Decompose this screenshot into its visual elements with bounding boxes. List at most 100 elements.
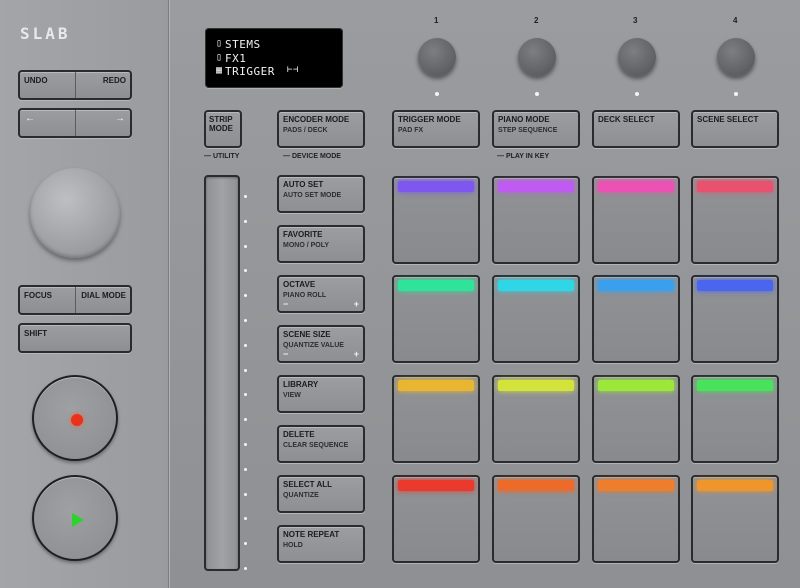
pad-led-strip — [598, 280, 674, 291]
deck-select-button[interactable]: DECK SELECT — [592, 110, 680, 148]
right-arrow-button[interactable]: → — [76, 110, 130, 136]
encoder-number-3: 3 — [633, 16, 638, 25]
focus-button[interactable]: FOCUS — [20, 287, 75, 313]
trigger-mode-label: TRIGGER MODE — [398, 115, 461, 124]
pad-2-2[interactable] — [492, 275, 580, 363]
pad-led-strip — [498, 480, 574, 491]
display-line-fx: FX1 — [225, 52, 247, 65]
strip-led — [244, 319, 247, 322]
pad-3-1[interactable] — [392, 375, 480, 463]
minus-icon[interactable]: − — [283, 349, 288, 359]
encoder-knob-3[interactable] — [618, 38, 656, 76]
pad-led-strip — [697, 380, 773, 391]
touch-strip[interactable] — [204, 175, 240, 571]
scene-select-button[interactable]: SCENE SELECT — [691, 110, 779, 148]
pad-3-4[interactable] — [691, 375, 779, 463]
minus-icon[interactable]: − — [283, 299, 288, 309]
auto-set-sub: AUTO SET MODE — [283, 192, 342, 199]
pad-4-3[interactable] — [592, 475, 680, 563]
controller-device: SLAB UNDO REDO ← → FOCUS DIAL MODE SHIFT — [0, 0, 800, 588]
pad-3-3[interactable] — [592, 375, 680, 463]
encoder-knob-4[interactable] — [717, 38, 755, 76]
pad-2-3[interactable] — [592, 275, 680, 363]
focus-label: FOCUS — [24, 291, 52, 300]
library-label: LIBRARY — [283, 380, 319, 389]
focus-dialmode-button[interactable]: FOCUS DIAL MODE — [18, 285, 132, 315]
pad-led-strip — [498, 380, 574, 391]
play-in-key-group-label: — PLAY IN KEY — [497, 153, 550, 160]
dial-mode-label: DIAL MODE — [81, 291, 126, 300]
strip-led — [244, 567, 247, 570]
undo-button[interactable]: UNDO — [20, 72, 75, 98]
encoder-mode-button[interactable]: ENCODER MODE PADS / DECK — [277, 110, 365, 148]
encoder-knob-2[interactable] — [518, 38, 556, 76]
encoder-led-2 — [535, 92, 539, 96]
strip-led — [244, 443, 247, 446]
encoder-led-1 — [435, 92, 439, 96]
favorite-button[interactable]: FAVORITE MONO / POLY — [277, 225, 365, 263]
arrow-buttons[interactable]: ← → — [18, 108, 132, 138]
left-arrow-button[interactable]: ← — [20, 110, 75, 136]
pad-4-2[interactable] — [492, 475, 580, 563]
dial-mode-button[interactable]: DIAL MODE — [76, 287, 130, 313]
piano-mode-sub: STEP SEQUENCE — [498, 127, 558, 134]
pad-led-strip — [598, 380, 674, 391]
pad-2-1[interactable] — [392, 275, 480, 363]
trigger-mode-button[interactable]: TRIGGER MODE PAD FX — [392, 110, 480, 148]
select-all-button[interactable]: SELECT ALL QUANTIZE — [277, 475, 365, 513]
strip-mode-button[interactable]: STRIP MODE — [204, 110, 242, 148]
utility-label: UTILITY — [212, 153, 240, 160]
display-line-trigger: TRIGGER — [225, 65, 275, 78]
record-button[interactable] — [32, 375, 118, 461]
note-repeat-label: NOTE REPEAT — [283, 530, 340, 539]
play-button[interactable] — [32, 475, 118, 561]
pad-4-1[interactable] — [392, 475, 480, 563]
shift-button[interactable]: SHIFT — [18, 323, 132, 353]
scene-select-label: SCENE SELECT — [697, 115, 759, 124]
scene-size-label: SCENE SIZE — [283, 330, 331, 339]
pad-1-2[interactable] — [492, 176, 580, 264]
encoder-mode-label: ENCODER MODE — [283, 115, 350, 124]
pad-4-4[interactable] — [691, 475, 779, 563]
plus-icon[interactable]: + — [354, 299, 359, 309]
redo-button[interactable]: REDO — [76, 72, 130, 98]
pad-3-2[interactable] — [492, 375, 580, 463]
library-sub: VIEW — [283, 392, 301, 399]
undo-redo-button[interactable]: UNDO REDO — [18, 70, 132, 100]
encoder-led-3 — [635, 92, 639, 96]
select-all-sub: QUANTIZE — [283, 492, 319, 499]
main-dial-knob[interactable] — [30, 168, 120, 258]
octave-label: OCTAVE — [283, 280, 316, 289]
play-in-key-label: PLAY IN KEY — [505, 153, 550, 160]
arrow-left-icon: ← — [25, 113, 35, 124]
encoder-number-4: 4 — [733, 16, 738, 25]
brand-logo: SLAB — [20, 24, 71, 43]
pad-2-4[interactable] — [691, 275, 779, 363]
delete-button[interactable]: DELETE CLEAR SEQUENCE — [277, 425, 365, 463]
dumbbell-icon: ⊢⊣ — [287, 65, 299, 75]
encoder-knob-1[interactable] — [418, 38, 456, 76]
arrow-right-icon: → — [115, 113, 125, 124]
trigger-mode-sub: PAD FX — [398, 127, 424, 134]
auto-set-button[interactable]: AUTO SET AUTO SET MODE — [277, 175, 365, 213]
encoder-led-4 — [734, 92, 738, 96]
octave-button[interactable]: OCTAVE PIANO ROLL − + — [277, 275, 365, 313]
pad-led-strip — [398, 380, 474, 391]
deck-select-label: DECK SELECT — [598, 115, 655, 124]
plus-icon[interactable]: + — [354, 349, 359, 359]
library-button[interactable]: LIBRARY VIEW — [277, 375, 365, 413]
note-repeat-button[interactable]: NOTE REPEAT HOLD — [277, 525, 365, 563]
scene-size-sub: QUANTIZE VALUE — [283, 342, 344, 349]
pad-1-1[interactable] — [392, 176, 480, 264]
pad-1-3[interactable] — [592, 176, 680, 264]
pad-1-4[interactable] — [691, 176, 779, 264]
pad-led-strip — [598, 181, 674, 192]
piano-mode-button[interactable]: PIANO MODE STEP SEQUENCE — [492, 110, 580, 148]
scene-size-button[interactable]: SCENE SIZE QUANTIZE VALUE − + — [277, 325, 365, 363]
play-icon — [72, 513, 84, 527]
redo-label: REDO — [102, 76, 126, 85]
piano-mode-label: PIANO MODE — [498, 115, 550, 124]
encoder-number-1: 1 — [434, 16, 439, 25]
octave-sub: PIANO ROLL — [283, 292, 327, 299]
note-repeat-sub: HOLD — [283, 542, 303, 549]
